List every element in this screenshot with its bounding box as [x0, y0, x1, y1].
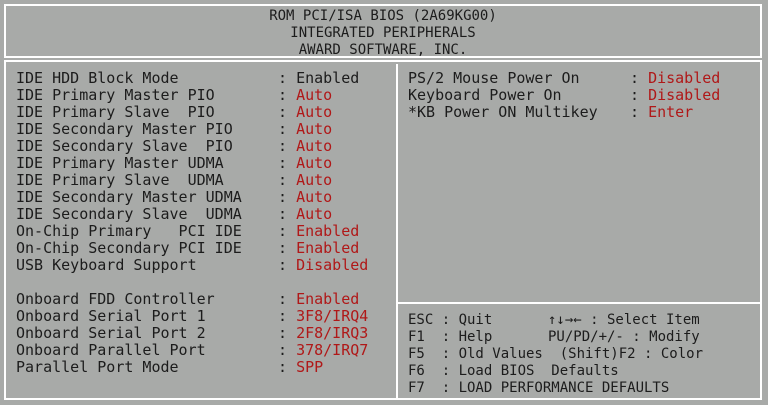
help-row-old-values: F5 : Old Values (Shift)F2 : Color [408, 346, 704, 362]
help-row-load-bios-defaults: F6 : Load BIOS Defaults [408, 363, 619, 379]
setting-row-parallel-port-mode[interactable]: Parallel Port Mode: SPP [16, 359, 392, 376]
setting-label: IDE Primary Master UDMA [16, 154, 224, 172]
setting-row-usb-keyboard-support[interactable]: USB Keyboard Support: Disabled [16, 257, 392, 274]
setting-label: Parallel Port Mode [16, 358, 179, 376]
help-esc-quit: ESC : Quit [408, 312, 493, 328]
setting-label: Onboard Serial Port 2 [16, 324, 206, 342]
setting-row-keyboard-power-on[interactable]: Keyboard Power On: Disabled [408, 87, 758, 104]
setting-label: IDE Secondary Master UDMA [16, 188, 242, 206]
help-select-item: ↑↓→← : Select Item [548, 312, 700, 328]
setting-value[interactable]: 2F8/IRQ3 [296, 324, 368, 342]
key-help-panel: ESC : Quit ↑↓→← : Select Item F1 : Help PU… [408, 312, 758, 397]
left-settings-panel: IDE HDD Block Mode: Enabled IDE Primary … [16, 70, 392, 376]
help-modify: PU/PD/+/- : Modify [548, 329, 700, 345]
setting-label: PS/2 Mouse Power On [408, 69, 580, 87]
setting-row-ide-hdd-block-mode[interactable]: IDE HDD Block Mode: Enabled [16, 70, 392, 87]
setting-row-ide-secondary-slave-udma[interactable]: IDE Secondary Slave UDMA: Auto [16, 206, 392, 223]
vertical-divider [396, 64, 398, 400]
setting-value[interactable]: Disabled [296, 256, 368, 274]
setting-value[interactable]: Disabled [648, 86, 720, 104]
setting-label: *KB Power ON Multikey [408, 103, 598, 121]
setting-label: IDE Primary Slave UDMA [16, 171, 224, 189]
setting-label: IDE Secondary Slave PIO [16, 137, 233, 155]
setting-row-ide-primary-slave-pio[interactable]: IDE Primary Slave PIO: Auto [16, 104, 392, 121]
setting-label: Keyboard Power On [408, 86, 562, 104]
setting-label: On-Chip Primary PCI IDE [16, 222, 242, 240]
setting-row-onboard-parallel-port[interactable]: Onboard Parallel Port: 378/IRQ7 [16, 342, 392, 359]
setting-value[interactable]: Enter [648, 103, 693, 121]
setting-row-ide-secondary-slave-pio[interactable]: IDE Secondary Slave PIO: Auto [16, 138, 392, 155]
setting-label: Onboard FDD Controller [16, 290, 215, 308]
help-row-help: F1 : Help PU/PD/+/- : Modify [408, 329, 758, 346]
setting-row-ide-primary-master-pio[interactable]: IDE Primary Master PIO: Auto [16, 87, 392, 104]
setting-row-onboard-fdd-controller[interactable]: Onboard FDD Controller: Enabled [16, 291, 392, 308]
setting-label: IDE Primary Slave PIO [16, 103, 215, 121]
setting-row-ide-primary-master-udma[interactable]: IDE Primary Master UDMA: Auto [16, 155, 392, 172]
setting-label: IDE Primary Master PIO [16, 86, 215, 104]
bios-header: ROM PCI/ISA BIOS (2A69KG00) INTEGRATED P… [4, 4, 762, 58]
setting-value[interactable]: Enabled [296, 69, 359, 87]
setting-row-onboard-serial-port-1[interactable]: Onboard Serial Port 1: 3F8/IRQ4 [16, 308, 392, 325]
setting-value[interactable]: Auto [296, 205, 332, 223]
setting-row-ide-primary-slave-udma[interactable]: IDE Primary Slave UDMA: Auto [16, 172, 392, 189]
help-divider [396, 302, 762, 304]
setting-value[interactable]: 378/IRQ7 [296, 341, 368, 359]
bios-title: ROM PCI/ISA BIOS (2A69KG00) [269, 8, 497, 24]
setting-label: USB Keyboard Support [16, 256, 197, 274]
setting-value[interactable]: Auto [296, 103, 332, 121]
setting-label: Onboard Serial Port 1 [16, 307, 206, 325]
setting-value[interactable]: Enabled [296, 290, 359, 308]
help-row-load-performance-defaults: F7 : LOAD PERFORMANCE DEFAULTS [408, 380, 670, 396]
setting-row-ps2-mouse-power-on[interactable]: PS/2 Mouse Power On: Disabled [408, 70, 758, 87]
setting-label: IDE Secondary Master PIO [16, 120, 233, 138]
setting-label: IDE HDD Block Mode [16, 69, 179, 87]
vendor-name: AWARD SOFTWARE, INC. [298, 42, 468, 58]
setting-row-onchip-secondary-pci-ide[interactable]: On-Chip Secondary PCI IDE: Enabled [16, 240, 392, 257]
setting-row-kb-power-on-multikey[interactable]: *KB Power ON Multikey: Enter [408, 104, 758, 121]
page-title: INTEGRATED PERIPHERALS [290, 25, 476, 41]
setting-value[interactable]: Auto [296, 137, 332, 155]
setting-value[interactable]: Auto [296, 120, 332, 138]
setting-value[interactable]: Auto [296, 171, 332, 189]
setting-value[interactable]: 3F8/IRQ4 [296, 307, 368, 325]
setting-value[interactable]: Auto [296, 86, 332, 104]
setting-label: Onboard Parallel Port [16, 341, 206, 359]
help-f1-help: F1 : Help [408, 329, 493, 345]
setting-value[interactable]: Auto [296, 188, 332, 206]
setting-row-onboard-serial-port-2[interactable]: Onboard Serial Port 2: 2F8/IRQ3 [16, 325, 392, 342]
setting-value[interactable]: Auto [296, 154, 332, 172]
right-settings-panel: PS/2 Mouse Power On: Disabled Keyboard P… [408, 70, 758, 121]
setting-value[interactable]: SPP [296, 358, 323, 376]
help-row-quit: ESC : Quit ↑↓→← : Select Item [408, 312, 758, 329]
setting-value[interactable]: Disabled [648, 69, 720, 87]
setting-value[interactable]: Enabled [296, 239, 359, 257]
setting-row-ide-secondary-master-pio[interactable]: IDE Secondary Master PIO: Auto [16, 121, 392, 138]
setting-row-ide-secondary-master-udma[interactable]: IDE Secondary Master UDMA: Auto [16, 189, 392, 206]
setting-value[interactable]: Enabled [296, 222, 359, 240]
setting-label: IDE Secondary Slave UDMA [16, 205, 242, 223]
setting-label: On-Chip Secondary PCI IDE [16, 239, 242, 257]
setting-row-onchip-primary-pci-ide[interactable]: On-Chip Primary PCI IDE: Enabled [16, 223, 392, 240]
